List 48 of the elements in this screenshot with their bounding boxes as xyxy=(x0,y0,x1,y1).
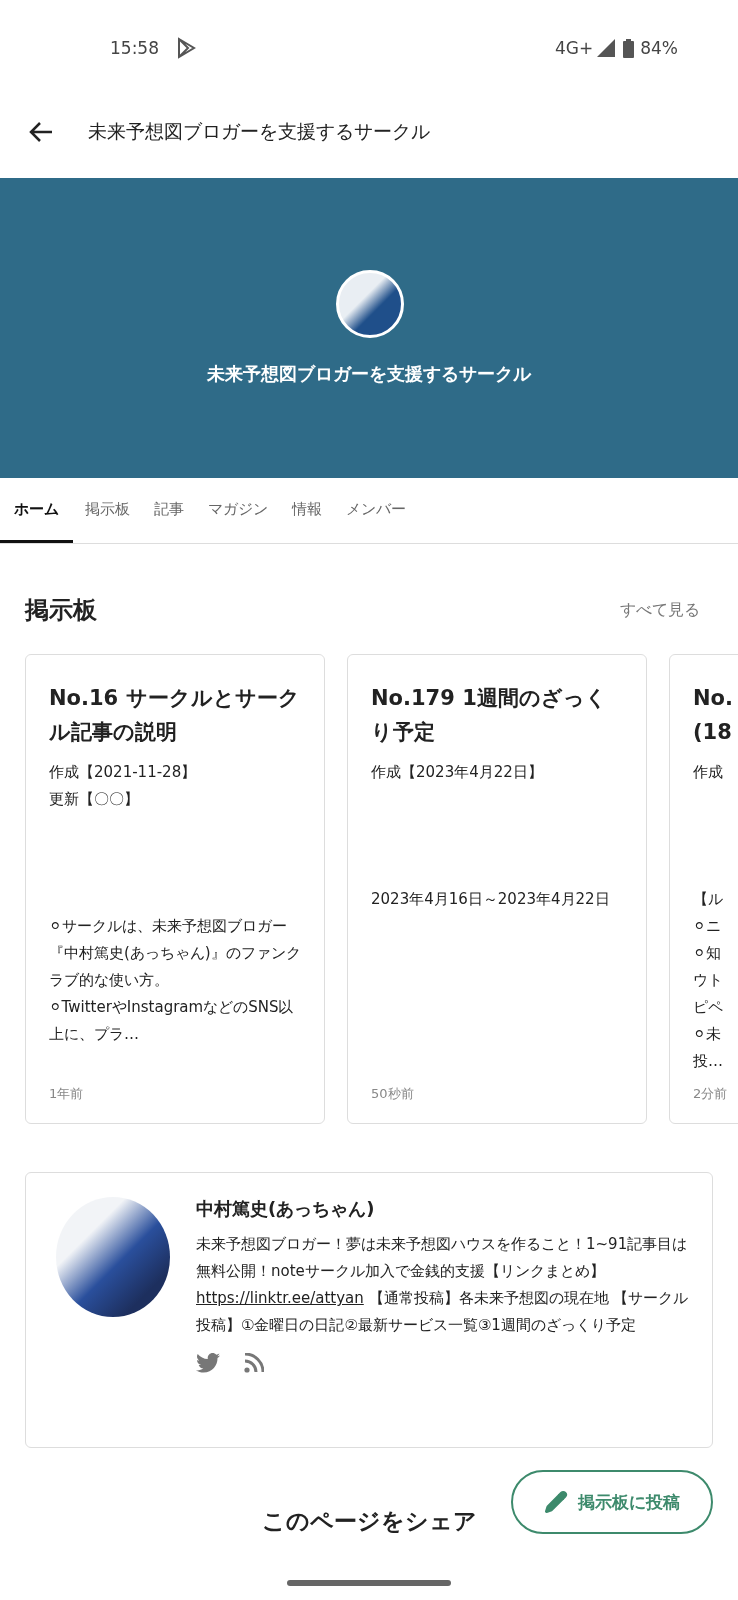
post-excerpt: ⚪知 xyxy=(693,943,722,964)
status-time: 15:58 xyxy=(110,38,159,58)
post-excerpt: 2023年4月16日～2023年4月22日 xyxy=(371,889,611,910)
post-meta: 更新【〇〇】 xyxy=(49,789,140,810)
post-to-board-button[interactable]: 掲示板に投稿 xyxy=(511,1470,713,1534)
post-time: 50秒前 xyxy=(371,1085,415,1103)
post-excerpt: 【ル xyxy=(693,889,724,910)
post-time: 2分前 xyxy=(693,1085,729,1103)
share-heading: このページをシェア xyxy=(260,1507,478,1536)
section-heading: 掲示板 xyxy=(25,595,97,626)
signal-icon xyxy=(597,39,616,57)
pencil-icon xyxy=(544,1490,568,1514)
post-title: No. (18 xyxy=(693,685,734,746)
post-time: 1年前 xyxy=(49,1085,85,1103)
tab[interactable]: メンバー xyxy=(334,478,418,543)
battery-icon xyxy=(623,38,635,58)
post-excerpt: ウト xyxy=(693,970,724,991)
post-card[interactable]: No. (18 作成 【ル ⚪ニ ⚪知 ウト ピペ ⚪未 投… 2分前 xyxy=(669,654,738,1124)
post-title: No.179 1週間のざっくり予定 xyxy=(371,685,608,746)
rss-icon[interactable] xyxy=(244,1353,264,1373)
circle-name: 未来予想図ブロガーを支援するサークル xyxy=(206,362,533,386)
post-excerpt: ⚪TwitterやInstagramなどのSNS以上に、プラ… xyxy=(49,997,295,1045)
tab[interactable]: マガジン xyxy=(196,478,280,543)
post-excerpt: 投… xyxy=(693,1051,724,1072)
post-card[interactable]: No.179 1週間のざっくり予定 作成【2023年4月22日】 2023年4月16日～2023年4月22日 50秒前 xyxy=(347,654,647,1124)
post-meta: 作成【2023年4月22日】 xyxy=(371,762,544,783)
post-excerpt: ⚪サークルは、未来予想図ブロガー『中村篤史(あっちゃん)』のファンクラブ的な使い方。 xyxy=(49,916,302,991)
post-meta: 作成【2021-11-28】 xyxy=(49,762,198,783)
tab[interactable]: ホーム xyxy=(0,478,73,543)
post-excerpt: ⚪未 xyxy=(693,1024,722,1045)
tab[interactable]: 情報 xyxy=(280,478,334,543)
twitter-icon[interactable] xyxy=(196,1353,220,1373)
back-arrow-icon[interactable] xyxy=(28,120,54,144)
post-meta: 作成 xyxy=(693,762,724,783)
app-bar-title: 未来予想図ブロガーを支援するサークル xyxy=(88,119,430,144)
tab[interactable]: 掲示板 xyxy=(73,478,142,543)
see-all-link[interactable]: すべて見る xyxy=(620,599,700,621)
battery-percent: 84% xyxy=(640,38,678,58)
post-card[interactable]: No.16 サークルとサークル記事の説明 作成【2021-11-28】 更新【〇〇】 ⚪サークルは、未来予想図ブロガー『中村篤史(あっちゃん)』のファンクラブ的な使い方。 ⚪TwitterやInstagramなどのSNS以上に、プラ… 1年前 xyxy=(25,654,325,1124)
network-label: 4G+ xyxy=(554,38,594,58)
post-excerpt: ⚪ニ xyxy=(693,916,722,937)
play-store-icon xyxy=(175,37,197,59)
post-excerpt: ピペ xyxy=(693,997,724,1018)
profile-link[interactable]: https://linktr.ee/attyan xyxy=(196,1289,364,1307)
post-title: No.16 サークルとサークル記事の説明 xyxy=(49,685,301,746)
tab[interactable]: 記事 xyxy=(142,478,196,543)
profile-bio: 未来予想図ブロガー！夢は未来予想図ハウスを作ること！1~91記事目は無料公開！noteサークル加入で金銭的支援【リンクまとめ】 https://linktr.ee/attyan 【通常投稿】各未来予想図の現在地 【サークル投稿】①金曜日の日記②最新サービス一覧③1週間のざっくり予定 xyxy=(196,1234,690,1336)
profile-name[interactable]: 中村篤史(あっちゃん) xyxy=(196,1197,692,1221)
